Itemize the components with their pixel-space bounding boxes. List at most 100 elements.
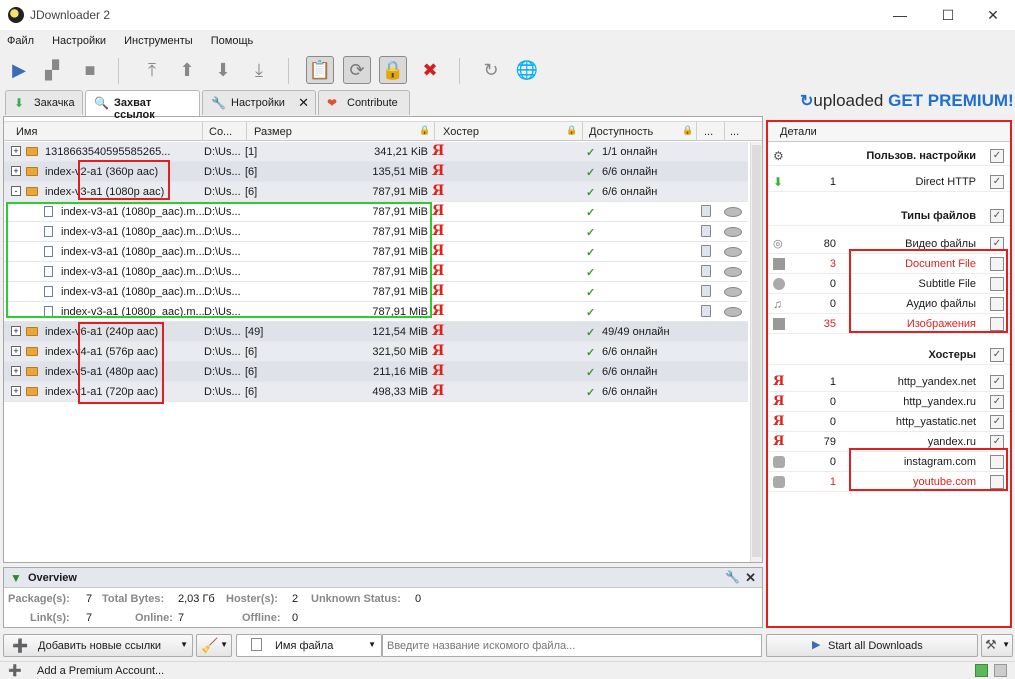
column-save-to[interactable]: Со... (209, 126, 232, 138)
filter-checkbox[interactable]: ✓ (990, 395, 1004, 409)
grey-status-icon[interactable] (994, 664, 1007, 677)
menu-tools[interactable]: Инструменты (117, 30, 201, 47)
filter-checkbox[interactable] (990, 277, 1004, 291)
menu-file[interactable]: Файл (0, 30, 42, 47)
expand-toggle[interactable]: + (11, 166, 21, 176)
expand-toggle[interactable]: + (11, 386, 21, 396)
dropdown-arrow-icon[interactable]: ▼ (180, 640, 188, 649)
vertical-scrollbar[interactable] (750, 142, 762, 562)
add-new-links-button[interactable]: ➕ Добавить новые ссылки ▼ (3, 634, 193, 657)
wrench-icon[interactable]: 🔧 (725, 570, 740, 584)
filter-checkbox[interactable]: ✓ (990, 348, 1004, 362)
column-availability[interactable]: Доступность (589, 126, 653, 138)
details-filter-row[interactable]: 1 youtube.com (768, 472, 1010, 492)
expand-toggle[interactable]: + (11, 146, 21, 156)
move-bottom-button[interactable]: ⤓ (245, 56, 273, 84)
minimize-button[interactable]: — (877, 0, 923, 30)
tab-linkgrabber[interactable]: 🔍 Захват ссылок (85, 90, 200, 121)
package-row[interactable]: - index-v3-a1 (1080p aac) D:\Us... [6] 787,9… (4, 182, 748, 202)
filter-checkbox[interactable] (990, 297, 1004, 311)
details-filter-row[interactable]: Я 0 http_yastatic.net ✓ (768, 412, 1010, 432)
details-section-row[interactable]: Типы файлов ✓ (768, 206, 1010, 226)
update-button[interactable]: 🌐 (513, 56, 541, 84)
link-row[interactable]: index-v3-a1 (1080p_aac).m... D:\Us... 787,… (4, 282, 748, 302)
package-row[interactable]: + index-v1-a1 (720p aac) D:\Us... [6] 498,33… (4, 382, 748, 402)
filter-checkbox[interactable] (990, 257, 1004, 271)
linkgrabber-table: Имя Со... Размер 🔒 Хостер 🔒 Доступность … (3, 116, 763, 563)
tab-settings[interactable]: 🔧 Настройки ✕ (202, 90, 316, 115)
menu-help[interactable]: Помощь (204, 30, 262, 47)
link-row[interactable]: index-v3-a1 (1080p_aac).m... D:\Us... 787,… (4, 302, 748, 322)
close-window-button[interactable]: ✕ (970, 0, 1015, 30)
package-row[interactable]: + index-v4-a1 (576p aac) D:\Us... [6] 321,50… (4, 342, 748, 362)
filter-checkbox[interactable]: ✓ (990, 415, 1004, 429)
details-filter-row[interactable]: Я 0 http_yandex.ru ✓ (768, 392, 1010, 412)
filter-field-select[interactable]: Имя файла ▼ (236, 634, 382, 657)
maximize-button[interactable]: ☐ (925, 0, 971, 30)
expand-toggle[interactable]: + (11, 346, 21, 356)
clear-list-button[interactable]: 🧹 ▼ (196, 634, 232, 657)
silent-mode-button[interactable]: ✖ (416, 56, 444, 84)
window-title: JDownloader 2 (30, 8, 111, 22)
menu-settings[interactable]: Настройки (45, 30, 114, 47)
expand-toggle[interactable]: - (11, 186, 21, 196)
link-row[interactable]: index-v3-a1 (1080p_aac).m... D:\Us... 787,… (4, 262, 748, 282)
column-hoster[interactable]: Хостер (443, 126, 479, 138)
details-filter-row[interactable]: ⬇ 1 Direct HTTP ✓ (768, 172, 1010, 192)
link-row[interactable]: index-v3-a1 (1080p_aac).m... D:\Us... 787,… (4, 222, 748, 242)
details-filter-row[interactable]: Я 1 http_yandex.net ✓ (768, 372, 1010, 392)
pause-download-button[interactable]: ▞ (38, 56, 66, 84)
details-filter-row[interactable]: 3 Document File (768, 254, 1010, 274)
filter-checkbox[interactable]: ✓ (990, 435, 1004, 449)
scrollbar-thumb[interactable] (752, 145, 761, 557)
add-premium-account-link[interactable]: Add a Premium Account... (37, 665, 164, 677)
details-section-row[interactable]: Хостеры ✓ (768, 345, 1010, 365)
filter-checkbox[interactable]: ✓ (990, 149, 1004, 163)
move-up-button[interactable]: ⬆ (173, 56, 201, 84)
filter-checkbox[interactable]: ✓ (990, 209, 1004, 223)
tab-contribute[interactable]: ❤ Contribute (318, 90, 410, 115)
details-filter-row[interactable]: ♫ 0 Аудио файлы (768, 294, 1010, 314)
details-section-row[interactable]: ⚙ Пользов. настройки ✓ (768, 146, 1010, 166)
column-more-1[interactable]: ... (704, 126, 713, 138)
stop-download-button[interactable]: ■ (76, 56, 104, 84)
premium-lock-button[interactable]: 🔒 (379, 56, 407, 84)
package-row[interactable]: + index-v5-a1 (480p aac) D:\Us... [6] 211,16… (4, 362, 748, 382)
details-filter-row[interactable]: 0 Subtitle File (768, 274, 1010, 294)
package-row[interactable]: + index-v6-a1 (240p aac) D:\Us... [49] 121,5… (4, 322, 748, 342)
link-row[interactable]: index-v3-a1 (1080p_aac).m... D:\Us... 787,… (4, 242, 748, 262)
expand-toggle[interactable]: + (11, 366, 21, 376)
start-all-downloads-button[interactable]: ▶ Start all Downloads (766, 634, 978, 657)
filter-checkbox[interactable]: ✓ (990, 175, 1004, 189)
filter-checkbox[interactable] (990, 317, 1004, 331)
expand-toggle[interactable]: + (11, 326, 21, 336)
auto-reconnect-button[interactable]: ⟳ (343, 56, 371, 84)
close-tab-icon[interactable]: ✕ (298, 95, 309, 111)
yandex-hoster-icon: Я (432, 203, 445, 219)
close-overview-icon[interactable]: ✕ (745, 570, 756, 586)
column-more-2[interactable]: ... (730, 126, 739, 138)
green-status-icon[interactable] (975, 664, 988, 677)
link-row[interactable]: index-v3-a1 (1080p_aac).m... D:\Us... 787,… (4, 202, 748, 222)
details-filter-row[interactable]: 0 instagram.com (768, 452, 1010, 472)
details-filter-row[interactable]: Я 79 yandex.ru ✓ (768, 432, 1010, 452)
premium-banner[interactable]: ↻uploaded GET PREMIUM! (800, 91, 1014, 111)
move-top-button[interactable]: ⤒ (138, 56, 166, 84)
package-row[interactable]: +1318663540595585265... D:\Us... [1] 341,21… (4, 142, 748, 162)
clipboard-monitor-button[interactable]: 📋 (306, 56, 334, 84)
details-filter-row[interactable]: 35 Изображения (768, 314, 1010, 334)
column-size[interactable]: Размер (254, 126, 292, 138)
filter-checkbox[interactable]: ✓ (990, 375, 1004, 389)
filter-checkbox[interactable]: ✓ (990, 237, 1004, 251)
search-input[interactable] (382, 634, 762, 657)
start-options-button[interactable]: ⚒ ▼ (981, 634, 1013, 657)
move-down-button[interactable]: ⬇ (209, 56, 237, 84)
column-name[interactable]: Имя (16, 126, 37, 138)
reconnect-button[interactable]: ↻ (477, 56, 505, 84)
package-row[interactable]: + index-v2-a1 (360p aac) D:\Us... [6] 135,51… (4, 162, 748, 182)
filter-checkbox[interactable] (990, 455, 1004, 469)
details-filter-row[interactable]: ◎ 80 Видео файлы ✓ (768, 234, 1010, 254)
filter-checkbox[interactable] (990, 475, 1004, 489)
tab-downloads[interactable]: ⬇ Закачка (5, 90, 83, 115)
start-download-button[interactable]: ▶ (5, 56, 33, 84)
